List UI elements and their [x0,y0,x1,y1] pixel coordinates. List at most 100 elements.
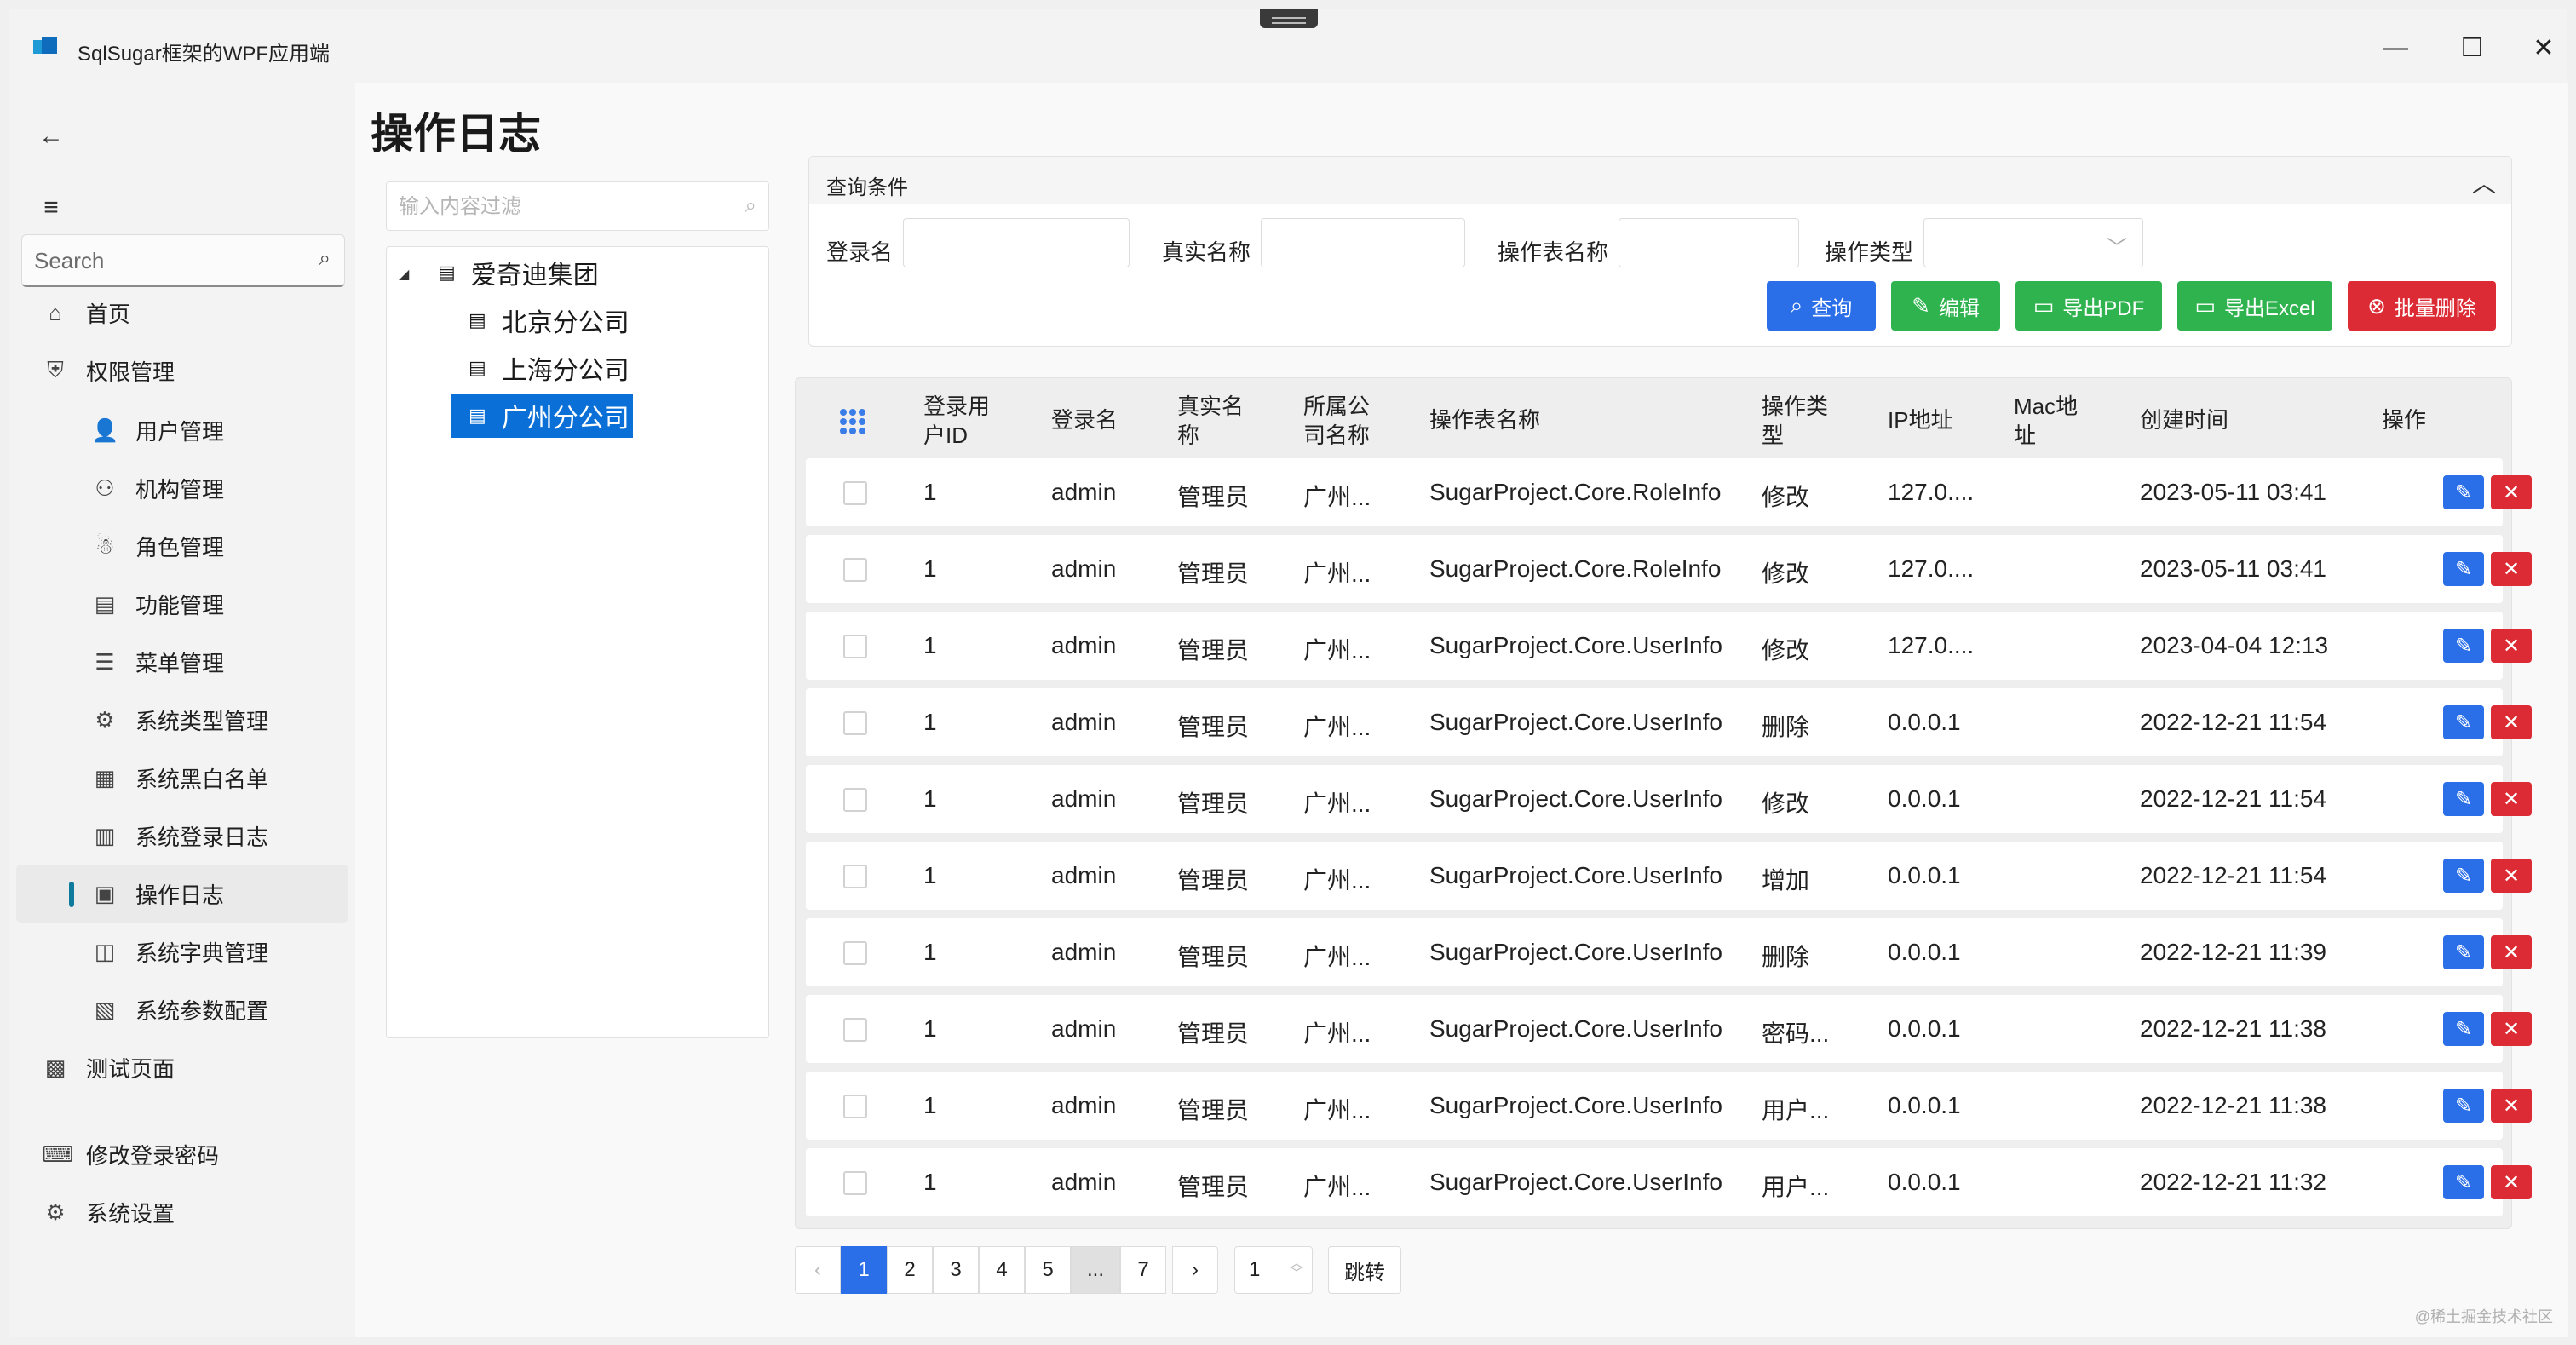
sidebar-search-input[interactable] [34,245,307,276]
table-row[interactable]: 1 admin 管理员 广州... SugarProject.Core.UserInfo… [806,918,2532,986]
row-checkbox[interactable] [843,1171,867,1195]
operation-type-select[interactable]: ﹀ [1923,218,2143,267]
edit-row-button[interactable]: ✎ [2443,705,2484,739]
edit-button[interactable]: ✎ 编辑 [1891,281,2000,331]
tree-filter-input[interactable] [399,193,722,221]
tree-filter[interactable]: ⌕ [386,181,769,231]
tree-node-guangzhou[interactable]: ▤ 广州分公司 [451,394,633,438]
row-checkbox[interactable] [843,635,867,658]
edit-row-button[interactable]: ✎ [2443,629,2484,663]
sidebar-item-3[interactable]: ⚇ 机构管理 [16,459,348,517]
column-header[interactable]: 真实名 称 [1177,392,1244,450]
edit-row-button[interactable]: ✎ [2443,935,2484,969]
drag-handle[interactable] [1260,9,1318,28]
edit-row-button[interactable]: ✎ [2443,1012,2484,1046]
batch-delete-button[interactable]: ⊗ 批量删除 [2348,281,2496,331]
page-button[interactable]: 1 [841,1246,887,1294]
page-button[interactable]: 4 [979,1246,1025,1294]
search-icon[interactable]: ⌕ [319,247,331,271]
edit-row-button[interactable]: ✎ [2443,1165,2484,1199]
table-row[interactable]: 1 admin 管理员 广州... SugarProject.Core.UserInfo… [806,765,2532,833]
edit-row-button[interactable]: ✎ [2443,475,2484,509]
row-checkbox[interactable] [843,941,867,965]
row-checkbox[interactable] [843,481,867,505]
table-name-input[interactable] [1619,218,1799,267]
sidebar-item-5[interactable]: ▤ 功能管理 [16,575,348,633]
minimize-icon[interactable]: — [2366,26,2425,69]
sidebar-item-7[interactable]: ⚙ 系统类型管理 [16,691,348,749]
column-header[interactable]: 所属公 司名称 [1303,392,1370,450]
chevron-up-icon[interactable]: ︿ [2472,165,2496,199]
sidebar-item-11[interactable]: ◫ 系统字典管理 [16,923,348,980]
sidebar-item-8[interactable]: ▦ 系统黑白名单 [16,749,348,807]
table-row[interactable]: 1 admin 管理员 广州... SugarProject.Core.UserInfo… [806,612,2532,680]
table-row[interactable]: 1 admin 管理员 广州... SugarProject.Core.RoleInfo… [806,458,2532,526]
sidebar-item-10[interactable]: ▣ 操作日志 [16,865,348,923]
row-checkbox[interactable] [843,788,867,812]
collapse-triangle-icon[interactable]: ◢ [399,266,409,283]
table-row[interactable]: 1 admin 管理员 广州... SugarProject.Core.UserInfo… [806,995,2532,1063]
sidebar-item-2[interactable]: 👤 用户管理 [16,401,348,459]
column-header[interactable]: 操作类 型 [1762,392,1828,450]
sidebar-item-0[interactable]: ⌂ 首页 [16,284,348,342]
delete-row-button[interactable]: ✕ [2491,629,2532,663]
edit-row-button[interactable]: ✎ [2443,859,2484,893]
hamburger-menu-icon[interactable]: ≡ [28,185,74,231]
row-checkbox[interactable] [843,1095,867,1118]
next-page-icon[interactable]: › [1172,1246,1218,1294]
delete-row-button[interactable]: ✕ [2491,1089,2532,1123]
edit-row-button[interactable]: ✎ [2443,782,2484,816]
delete-row-button[interactable]: ✕ [2491,1012,2532,1046]
row-checkbox[interactable] [843,865,867,888]
page-button[interactable]: 7 [1120,1246,1166,1294]
delete-row-button[interactable]: ✕ [2491,859,2532,893]
maximize-icon[interactable]: ☐ [2442,26,2502,69]
column-chooser-icon[interactable] [840,409,865,434]
page-button[interactable]: 3 [933,1246,979,1294]
sidebar-footer-item-0[interactable]: ⌨ 修改登录密码 [16,1125,348,1183]
sidebar-item-1[interactable]: ⛨ 权限管理 [16,342,348,399]
column-header[interactable]: 登录用 户ID [923,392,990,450]
table-row[interactable]: 1 admin 管理员 广州... SugarProject.Core.UserInfo… [806,688,2532,756]
column-header[interactable]: 操作 [2382,405,2426,434]
page-jump-button[interactable]: 跳转 [1328,1246,1401,1294]
title-bar[interactable]: SqlSugar框架的WPF应用端 — ☐ ✕ [9,9,2567,83]
sidebar-item-4[interactable]: ☃ 角色管理 [16,517,348,575]
sidebar-search[interactable]: ⌕ [21,234,345,287]
edit-row-button[interactable]: ✎ [2443,1089,2484,1123]
tree-node-beijing[interactable]: ▤ 北京分公司 [465,298,633,342]
page-button[interactable]: 5 [1025,1246,1071,1294]
tree-node-shanghai[interactable]: ▤ 上海分公司 [465,346,633,390]
login-name-input[interactable] [903,218,1130,267]
row-checkbox[interactable] [843,1018,867,1042]
row-checkbox[interactable] [843,711,867,735]
export-excel-button[interactable]: ▭ 导出Excel [2177,281,2332,331]
column-header[interactable]: 登录名 [1051,405,1118,434]
back-arrow-icon[interactable]: ← [28,113,74,159]
prev-page-icon[interactable]: ‹ [795,1246,841,1294]
delete-row-button[interactable]: ✕ [2491,1165,2532,1199]
edit-row-button[interactable]: ✎ [2443,552,2484,586]
search-button[interactable]: ⌕ 查询 [1767,281,1876,331]
row-checkbox[interactable] [843,558,867,582]
column-header[interactable]: 创建时间 [2140,405,2228,434]
table-row[interactable]: 1 admin 管理员 广州... SugarProject.Core.RoleInfo… [806,535,2532,603]
sidebar-footer-item-1[interactable]: ⚙ 系统设置 [16,1183,348,1241]
delete-row-button[interactable]: ✕ [2491,935,2532,969]
delete-row-button[interactable]: ✕ [2491,475,2532,509]
sidebar-item-12[interactable]: ▧ 系统参数配置 [16,980,348,1038]
page-button[interactable]: 2 [887,1246,933,1294]
sidebar-item-9[interactable]: ▥ 系统登录日志 [16,807,348,865]
table-row[interactable]: 1 admin 管理员 广州... SugarProject.Core.UserInfo… [806,1072,2532,1140]
page-ellipsis[interactable]: ... [1071,1246,1120,1294]
sidebar-item-6[interactable]: ☰ 菜单管理 [16,633,348,691]
column-header[interactable]: IP地址 [1888,405,1953,434]
column-header[interactable]: 操作表名称 [1429,405,1540,434]
page-jump-input[interactable]: 1 ︿ ﹀ [1234,1246,1313,1294]
query-panel-header[interactable]: 查询条件 ︿ [809,157,2511,204]
table-row[interactable]: 1 admin 管理员 广州... SugarProject.Core.UserInfo… [806,1148,2532,1216]
column-header[interactable]: Mac地 址 [2014,392,2078,450]
search-icon[interactable]: ⌕ [745,194,756,218]
table-row[interactable]: 1 admin 管理员 广州... SugarProject.Core.UserInfo… [806,842,2532,910]
close-icon[interactable]: ✕ [2514,26,2573,69]
